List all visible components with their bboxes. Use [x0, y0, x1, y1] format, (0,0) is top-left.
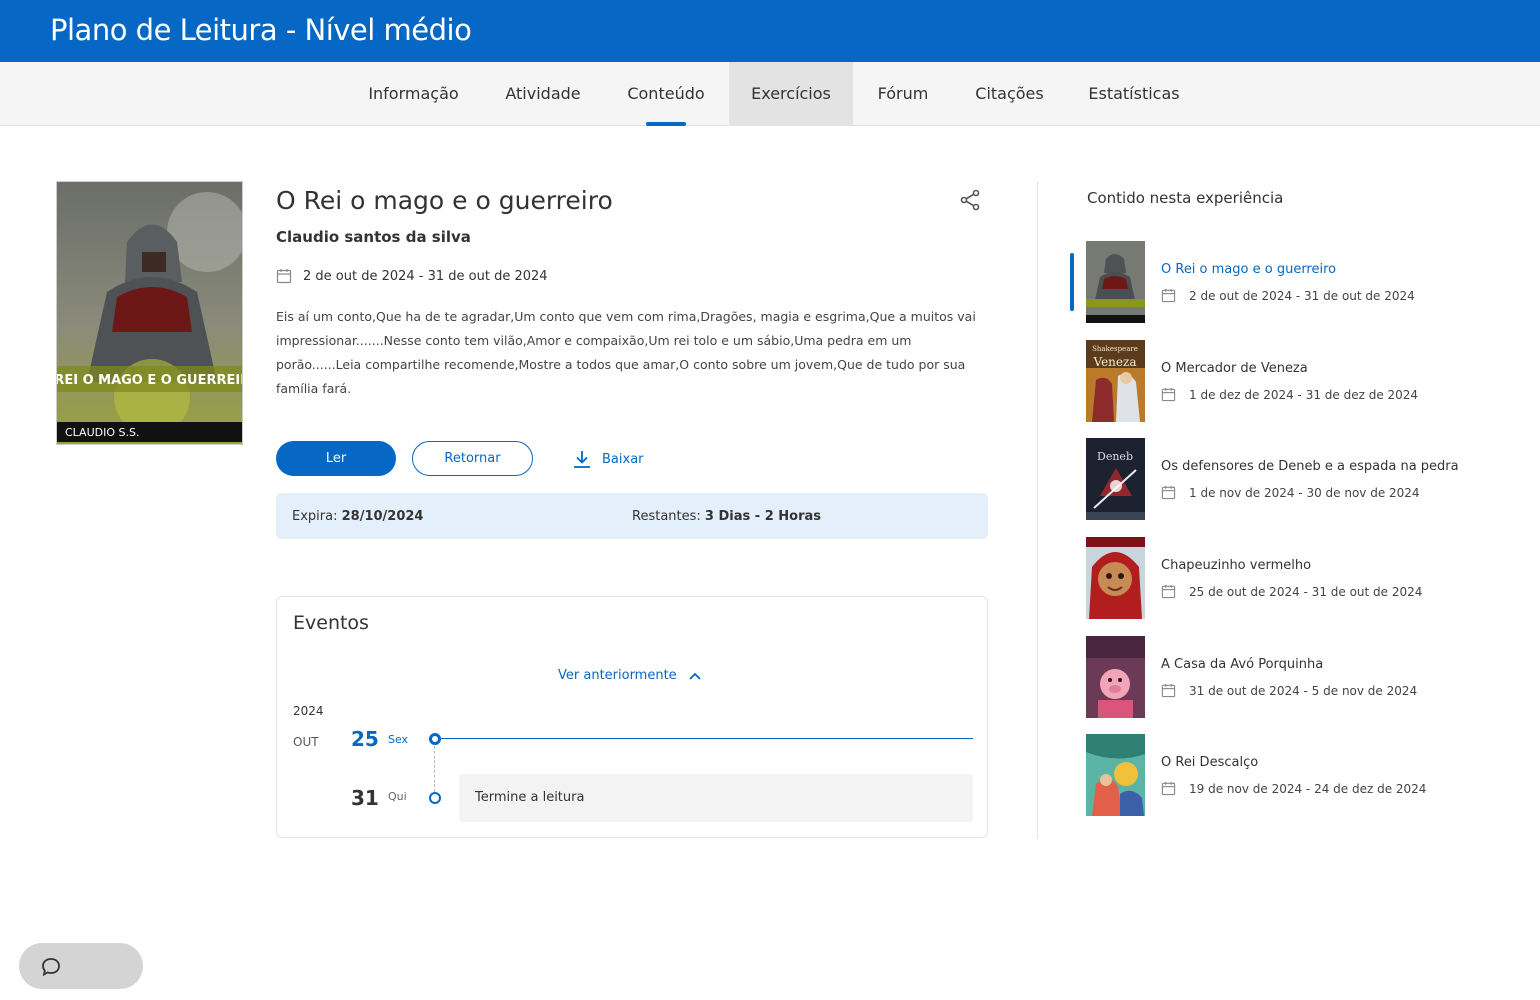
app-header: Plano de Leitura - Nível médio [0, 0, 1540, 62]
events-panel: Eventos Ver anteriormente 2024 OUT 25 Se… [276, 596, 988, 838]
book-thumbnail: Deneb [1086, 438, 1145, 520]
sidebar-item-title: O Rei o mago e o guerreiro [1161, 262, 1337, 277]
sidebar-item-title: Os defensores de Deneb e a espada na ped… [1161, 459, 1459, 474]
download-icon [574, 451, 590, 468]
sidebar-item-mercador-de-veneza[interactable]: Shakespeare Veneza O Mercador de Veneza … [1086, 340, 1526, 422]
sidebar-item-title: A Casa da Avó Porquinha [1161, 657, 1324, 672]
cover-title-text: O REI O MAGO E O GUERREIRO [57, 373, 243, 388]
remaining-label: Restantes: [632, 509, 701, 524]
active-tab-indicator [646, 122, 686, 126]
book-dates: 2 de out de 2024 - 31 de out de 2024 [276, 268, 548, 284]
thumb-author-text: Shakespeare [1092, 345, 1138, 353]
tab-atividade[interactable]: Atividade [482, 62, 604, 126]
sidebar-item-dates-text: 31 de out de 2024 - 5 de nov de 2024 [1189, 683, 1418, 698]
sidebar-item-dates-text: 19 de nov de 2024 - 24 de dez de 2024 [1189, 781, 1427, 796]
calendar-icon [1161, 683, 1176, 698]
tab-conteudo-label: Conteúdo [627, 84, 705, 103]
expiry-banner: Expira: 28/10/2024 Restantes: 3 Dias - 2… [276, 493, 988, 539]
cover-author-text: CLAUDIO S.S. [65, 426, 139, 439]
see-previous-button[interactable]: Ver anteriormente [558, 668, 701, 683]
tab-estatisticas[interactable]: Estatísticas [1066, 62, 1202, 126]
event-day: 31 [351, 786, 379, 810]
book-thumbnail [1086, 537, 1145, 619]
timeline-dot-current [429, 733, 441, 745]
chevron-up-icon [689, 672, 701, 680]
book-thumbnail [1086, 734, 1145, 816]
calendar-icon [276, 269, 292, 284]
sidebar-item-dates: 1 de dez de 2024 - 31 de dez de 2024 [1161, 387, 1418, 402]
return-button[interactable]: Retornar [412, 441, 533, 476]
thumb-title-text: Deneb [1097, 450, 1133, 463]
event-task[interactable]: Termine a leitura [459, 774, 973, 822]
sidebar-heading: Contido nesta experiência [1087, 189, 1284, 207]
column-divider [1037, 181, 1038, 839]
sidebar-item-rei-mago-guerreiro[interactable]: O Rei o mago e o guerreiro 2 de out de 2… [1086, 241, 1526, 323]
sidebar-item-casa-da-avo-porquinha[interactable]: A Casa da Avó Porquinha 31 de out de 202… [1086, 636, 1526, 718]
book-title: O Rei o mago e o guerreiro [276, 186, 613, 215]
timeline-connector [434, 746, 435, 792]
download-label: Baixar [602, 451, 644, 467]
sidebar-item-dates-text: 2 de out de 2024 - 31 de out de 2024 [1189, 288, 1415, 303]
sidebar-item-title: O Rei Descalço [1161, 755, 1259, 770]
thumb-title-text: Veneza [1093, 355, 1137, 369]
share-icon[interactable] [958, 188, 982, 212]
sidebar-item-dates: 1 de nov de 2024 - 30 de nov de 2024 [1161, 485, 1420, 500]
calendar-icon [1161, 781, 1176, 796]
expiry-label: Expira: [292, 509, 338, 524]
tab-citacoes[interactable]: Citações [953, 62, 1066, 126]
book-thumbnail: Shakespeare Veneza [1086, 340, 1145, 422]
calendar-icon [1161, 387, 1176, 402]
events-month: OUT [293, 735, 319, 749]
page-title: Plano de Leitura - Nível médio [50, 13, 472, 47]
events-title: Eventos [293, 612, 369, 634]
sidebar-item-dates-text: 1 de nov de 2024 - 30 de nov de 2024 [1189, 485, 1420, 500]
sidebar-item-defensores-de-deneb[interactable]: Deneb Os defensores de Deneb e a espada … [1086, 438, 1526, 520]
chat-bubble-icon [42, 958, 60, 977]
timeline-dot [429, 792, 441, 804]
sidebar-item-dates: 31 de out de 2024 - 5 de nov de 2024 [1161, 683, 1417, 698]
timeline-line [441, 738, 973, 739]
event-weekday: Qui [388, 790, 407, 803]
chat-button[interactable] [19, 943, 143, 989]
tab-exercicios[interactable]: Exercícios [729, 62, 853, 126]
active-item-indicator [1070, 253, 1074, 311]
remaining-value: 3 Dias - 2 Horas [704, 509, 822, 524]
sidebar-item-dates: 2 de out de 2024 - 31 de out de 2024 [1161, 288, 1415, 303]
book-thumbnail [1086, 636, 1145, 718]
sidebar-item-title: O Mercador de Veneza [1161, 361, 1308, 376]
download-button[interactable]: Baixar [572, 448, 644, 470]
sidebar-item-dates: 19 de nov de 2024 - 24 de dez de 2024 [1161, 781, 1426, 796]
sidebar-item-title: Chapeuzinho vermelho [1161, 558, 1312, 573]
sidebar-item-dates: 25 de out de 2024 - 31 de out de 2024 [1161, 584, 1422, 599]
read-button[interactable]: Ler [276, 441, 396, 476]
event-day: 25 [351, 727, 379, 751]
events-year: 2024 [293, 704, 324, 718]
see-previous-label: Ver anteriormente [558, 668, 677, 683]
event-weekday: Sex [388, 733, 409, 746]
calendar-icon [1161, 288, 1176, 303]
calendar-icon [1161, 584, 1176, 599]
calendar-icon [1161, 485, 1176, 500]
sidebar-item-dates-text: 1 de dez de 2024 - 31 de dez de 2024 [1189, 387, 1419, 402]
book-dates-text: 2 de out de 2024 - 31 de out de 2024 [303, 268, 548, 284]
sidebar-item-chapeuzinho-vermelho[interactable]: Chapeuzinho vermelho 25 de out de 2024 -… [1086, 537, 1526, 619]
tab-forum[interactable]: Fórum [853, 62, 953, 126]
book-author: Claudio santos da silva [276, 228, 471, 246]
tab-bar: Informação Atividade Conteúdo Exercícios… [0, 62, 1540, 126]
book-thumbnail [1086, 241, 1145, 323]
sidebar-item-dates-text: 25 de out de 2024 - 31 de out de 2024 [1189, 584, 1423, 599]
remaining-time: Restantes: 3 Dias - 2 Horas [632, 509, 821, 524]
expiry-value: 28/10/2024 [341, 509, 424, 524]
expiry-date: Expira: 28/10/2024 [292, 509, 423, 524]
book-description: Eis aí um conto,Que ha de te agradar,Um … [276, 309, 976, 396]
sidebar-item-rei-descalco[interactable]: O Rei Descalço 19 de nov de 2024 - 24 de… [1086, 734, 1526, 816]
tab-informacao[interactable]: Informação [345, 62, 482, 126]
tab-conteudo[interactable]: Conteúdo [604, 62, 728, 126]
book-cover-image: O REI O MAGO E O GUERREIRO CLAUDIO S.S. [56, 181, 243, 445]
